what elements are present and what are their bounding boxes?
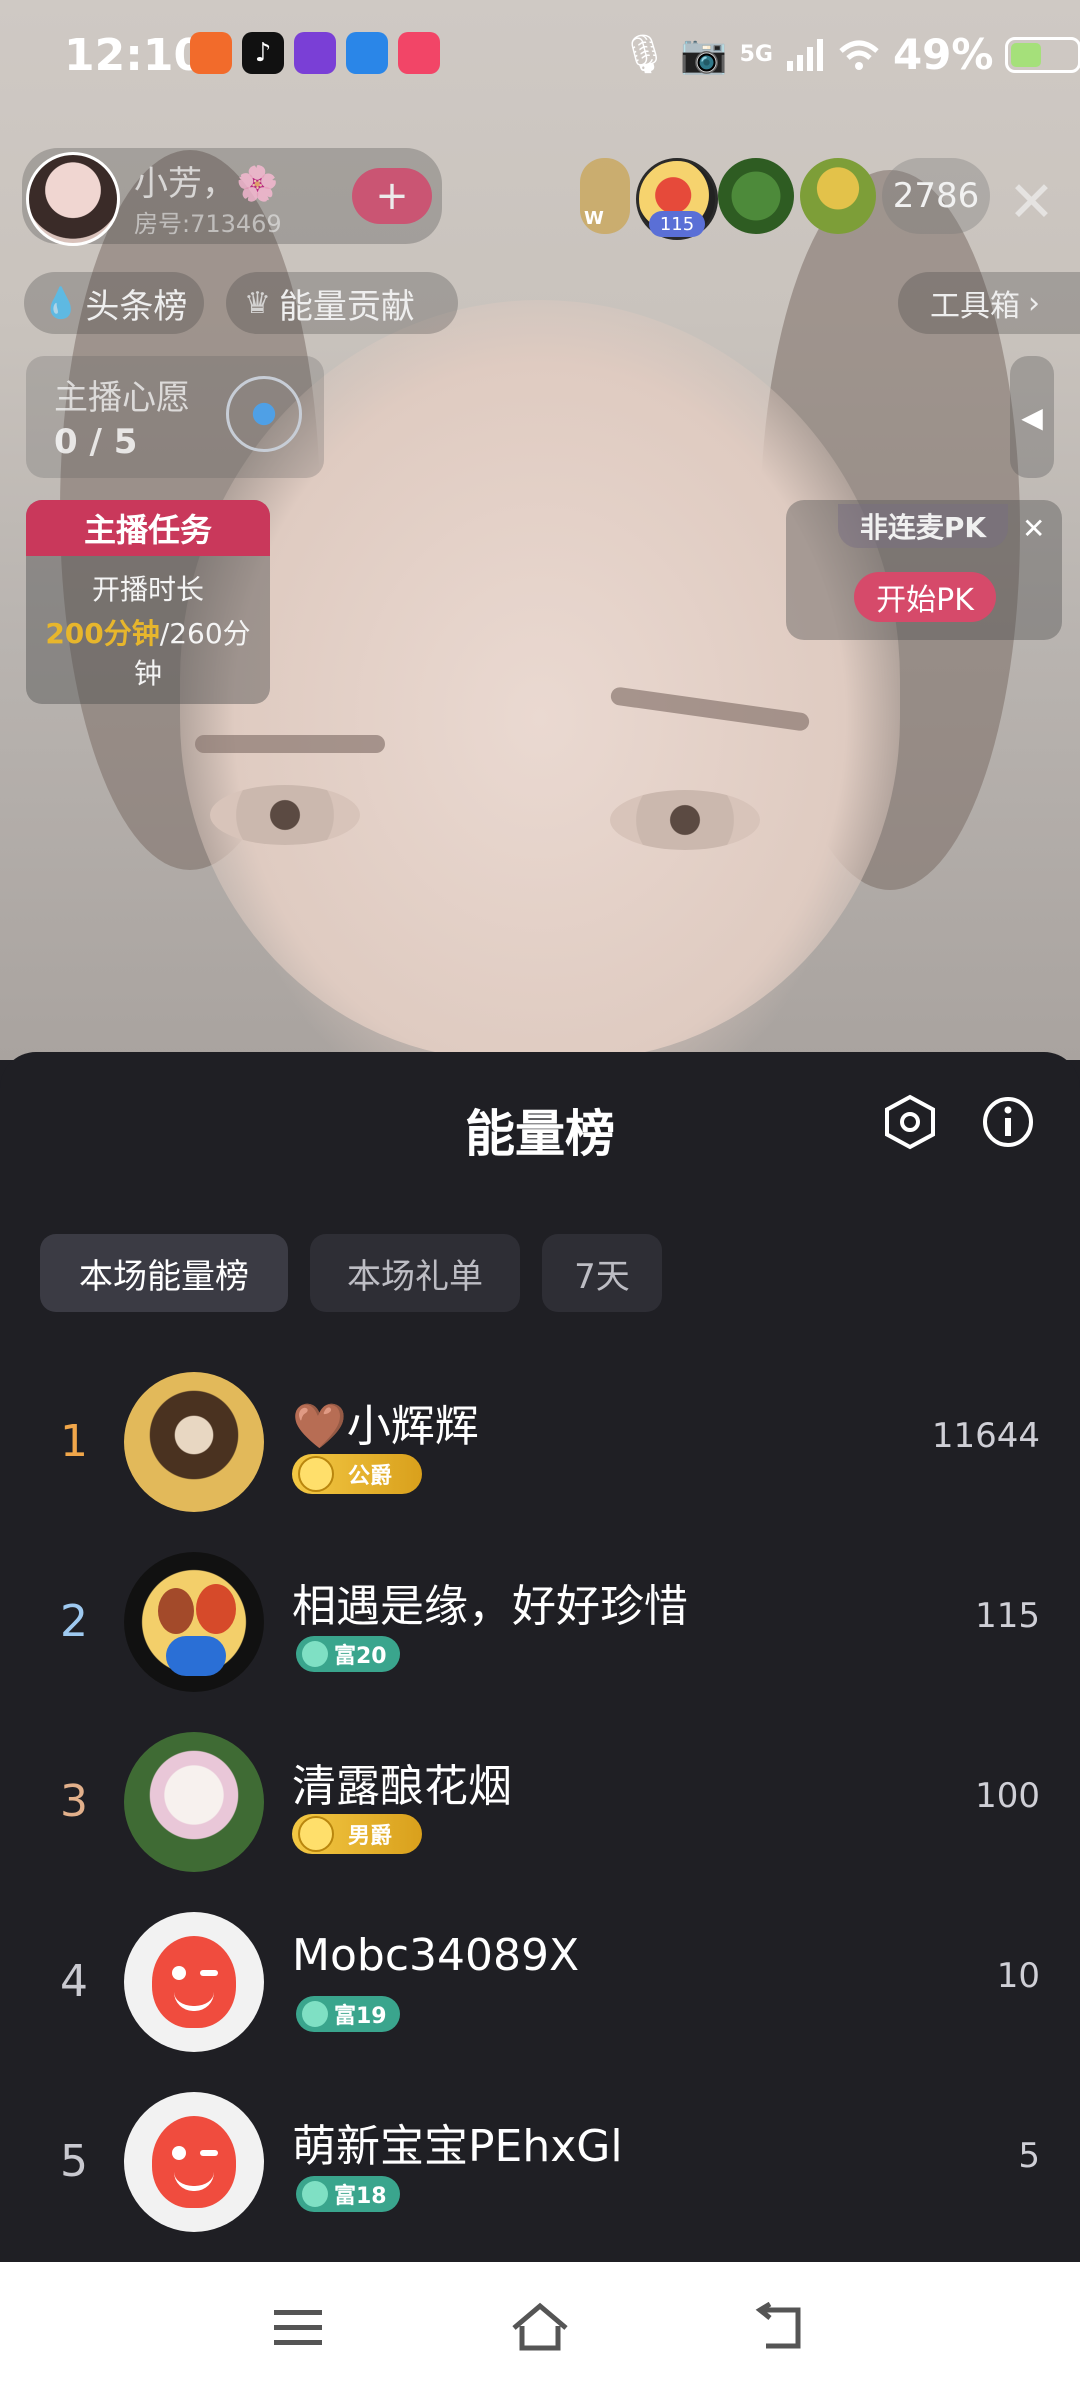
app-icon <box>398 32 440 74</box>
energy-score: 115 <box>975 1596 1040 1636</box>
wealth-badge: 富18 <box>296 2176 400 2212</box>
energy-contribution-tag[interactable]: ♛ 能量贡献 <box>226 272 458 334</box>
wifi-icon <box>839 40 879 70</box>
follow-button[interactable]: + <box>352 168 432 224</box>
username: Mobc34089X <box>292 1930 580 1981</box>
status-icons: 🎙 📷 5G 49% <box>620 30 1080 79</box>
tab-session-gifts[interactable]: 本场礼单 <box>310 1234 520 1312</box>
username: 🤎小辉辉 <box>292 1401 479 1452</box>
rank-number: 1 <box>60 1416 88 1467</box>
app-icon <box>190 32 232 74</box>
notification-app-icons: ♪ <box>190 32 440 74</box>
wish-gift-icon <box>226 376 302 452</box>
toolbox-button[interactable]: 工具箱 › <box>898 272 1080 334</box>
system-navigation-bar <box>0 2262 1080 2400</box>
default-avatar-icon <box>152 2116 236 2208</box>
wealth-icon <box>302 1641 328 1667</box>
username: 相遇是缘，好好珍惜 <box>292 1581 688 1632</box>
viewer-count[interactable]: 2786 <box>882 158 990 234</box>
home-icon[interactable] <box>510 2300 570 2354</box>
wealth-badge: 富20 <box>296 1636 400 1672</box>
username: 清露酿花烟 <box>292 1761 512 1812</box>
signal-icon <box>786 38 823 71</box>
energy-score: 10 <box>996 1956 1040 1996</box>
title-badge: 男爵 <box>292 1814 422 1854</box>
pk-label: 非连麦PK <box>838 504 1008 548</box>
host-name: 小芳，🌸 <box>134 164 279 204</box>
wealth-badge: 富19 <box>296 1996 400 2032</box>
app-icon <box>346 32 388 74</box>
task-current: 200分钟 <box>45 617 160 650</box>
host-task-card[interactable]: 主播任务 开播时长 200分钟/260分 钟 <box>26 500 270 704</box>
ranking-row[interactable]: 4 Mobc34089X 富19 10 <box>0 1892 1080 2072</box>
viewer-avatar[interactable] <box>718 158 794 234</box>
task-title: 主播任务 <box>26 500 270 556</box>
app-icon <box>294 32 336 74</box>
headline-icon: 💧 <box>42 285 80 321</box>
microphone-icon: 🎙 <box>620 32 669 76</box>
room-number: 房号:713469 <box>134 210 282 238</box>
status-time: 12:10 <box>64 30 205 81</box>
back-icon[interactable] <box>752 2302 808 2352</box>
viewer-w-label: W <box>584 208 604 229</box>
pk-close-icon[interactable]: ✕ <box>1022 512 1045 545</box>
diamond-icon <box>298 1816 334 1852</box>
rank-number: 2 <box>60 1596 88 1647</box>
energy-contribution-label: 能量贡献 <box>278 286 415 327</box>
task-total: /260分 <box>159 617 251 650</box>
rank-number: 3 <box>60 1776 88 1827</box>
ranking-row[interactable]: 3 清露酿花烟 男爵 100 <box>0 1712 1080 1892</box>
energy-score: 5 <box>1018 2136 1040 2176</box>
viewer-badge: 115 <box>649 211 705 237</box>
start-pk-button[interactable]: 开始PK <box>854 572 996 622</box>
tiktok-icon: ♪ <box>242 32 284 74</box>
rank-number: 4 <box>60 1956 88 2007</box>
viewer-avatar[interactable]: 115 <box>636 158 718 240</box>
headline-label: 头条榜 <box>85 286 188 327</box>
headline-tag[interactable]: 💧 头条榜 <box>24 272 204 334</box>
wish-progress: 0 / 5 <box>54 422 138 462</box>
info-icon[interactable] <box>980 1094 1036 1150</box>
energy-score: 100 <box>975 1776 1040 1816</box>
avatar[interactable] <box>124 1552 264 1692</box>
close-icon[interactable]: ✕ <box>1008 170 1055 235</box>
side-panel-toggle[interactable]: ◀ <box>1010 356 1054 478</box>
ranking-row[interactable]: 5 萌新宝宝PEhxGl 富18 5 <box>0 2072 1080 2252</box>
avatar[interactable] <box>124 1732 264 1872</box>
crown-icon: ♛ <box>244 285 271 321</box>
ranking-row[interactable]: 2 相遇是缘，好好珍惜 富20 115 <box>0 1532 1080 1712</box>
title-badge: 公爵 <box>292 1454 422 1494</box>
host-wish[interactable]: 主播心愿 0 / 5 <box>26 356 324 478</box>
wealth-icon <box>302 2181 328 2207</box>
settings-hexagon-icon[interactable] <box>882 1094 938 1150</box>
menu-icon[interactable] <box>272 2306 324 2350</box>
rank-number: 5 <box>60 2136 88 2187</box>
default-avatar-icon <box>152 1936 236 2028</box>
tab-session-energy[interactable]: 本场能量榜 <box>40 1234 288 1312</box>
network-label: 5G <box>739 42 773 67</box>
avatar[interactable] <box>124 1372 264 1512</box>
host-info[interactable]: 小芳，🌸 房号:713469 + <box>22 148 442 246</box>
pk-card[interactable]: 非连麦PK ✕ 开始PK <box>786 500 1062 640</box>
diamond-icon <box>298 1456 334 1492</box>
wealth-icon <box>302 2001 328 2027</box>
avatar[interactable] <box>124 1912 264 2052</box>
host-avatar[interactable] <box>26 152 120 246</box>
wish-title: 主播心愿 <box>54 378 190 418</box>
battery-percent: 49% <box>892 30 994 79</box>
viewer-avatar[interactable]: W <box>580 158 630 234</box>
tab-7-days[interactable]: 7天 <box>542 1234 662 1312</box>
battery-icon <box>1005 36 1080 73</box>
toolbox-label: 工具箱 <box>930 289 1020 324</box>
task-label: 开播时长 <box>91 573 204 606</box>
energy-score: 11644 <box>931 1416 1040 1456</box>
username: 萌新宝宝PEhxGl <box>292 2121 623 2172</box>
task-total-unit: 钟 <box>133 657 162 690</box>
ranking-row[interactable]: 1 🤎小辉辉 公爵 11644 <box>0 1352 1080 1532</box>
avatar[interactable] <box>124 2092 264 2232</box>
camera-icon: 📷 <box>680 32 728 76</box>
chevron-right-icon: › <box>1028 285 1040 321</box>
viewer-avatar[interactable] <box>800 158 876 234</box>
chevron-left-icon: ◀ <box>1021 400 1043 434</box>
